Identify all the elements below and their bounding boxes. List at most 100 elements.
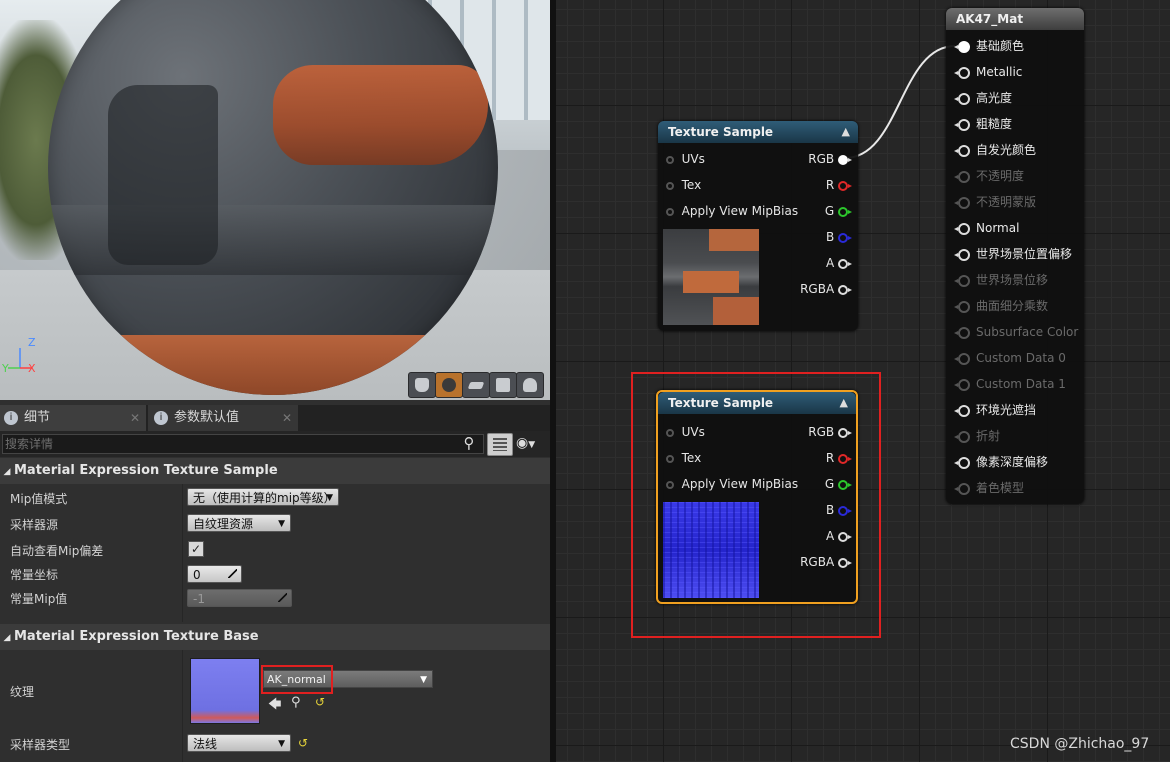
- section-texture-base[interactable]: ◢ Material Expression Texture Base: [0, 624, 550, 650]
- input-pin-tex[interactable]: Tex: [666, 448, 701, 468]
- section-texture-sample[interactable]: ◢ Material Expression Texture Sample: [0, 458, 550, 484]
- column-divider[interactable]: [182, 650, 183, 762]
- reset-to-default-icon[interactable]: ↺: [315, 695, 325, 709]
- texture-preview-normal: [663, 502, 759, 598]
- input-pin-uvs[interactable]: UVs: [666, 422, 705, 442]
- texture-label: 纹理: [10, 685, 35, 699]
- sampler-source-value: 自纹理资源: [193, 517, 254, 531]
- pin-icon: [838, 505, 852, 516]
- browse-search-icon[interactable]: ⚲: [291, 695, 301, 710]
- reset-to-default-icon[interactable]: ↺: [298, 736, 308, 750]
- material-input-pin[interactable]: 高光度: [946, 85, 1084, 111]
- close-tab-icon[interactable]: ✕: [130, 405, 140, 431]
- output-pin-b[interactable]: B: [826, 227, 852, 247]
- output-pin-rgba[interactable]: RGBA: [800, 279, 852, 299]
- sampler-type-dropdown[interactable]: 法线 ▼: [187, 734, 291, 752]
- node-header[interactable]: AK47_Mat: [946, 8, 1084, 30]
- column-divider[interactable]: [182, 484, 183, 622]
- output-pin-rgb[interactable]: RGB: [808, 149, 852, 169]
- connection-wire[interactable]: [840, 36, 960, 166]
- texture-thumbnail[interactable]: [190, 658, 260, 724]
- preview-viewport[interactable]: Z Y X: [0, 0, 550, 400]
- material-input-pin[interactable]: 自发光颜色: [946, 137, 1084, 163]
- node-header[interactable]: Texture Sample ▲: [658, 392, 856, 414]
- pin-icon: [838, 531, 852, 542]
- output-pin-b[interactable]: B: [826, 500, 852, 520]
- custom-mesh-preview-button[interactable]: [516, 372, 544, 398]
- chevron-down-icon: ▼: [420, 675, 427, 685]
- output-pin-a[interactable]: A: [825, 253, 852, 273]
- sampler-source-dropdown[interactable]: 自纹理资源 ▼: [187, 514, 291, 532]
- input-pin-apply-view-mipbias[interactable]: Apply View MipBias: [666, 201, 798, 221]
- material-input-pin: 不透明度: [946, 163, 1084, 189]
- pin-icon: [954, 40, 970, 53]
- material-input-pin[interactable]: Normal: [946, 215, 1084, 241]
- output-pin-g[interactable]: G: [825, 201, 852, 221]
- tab-details-label: 细节: [24, 410, 51, 425]
- mip-mode-dropdown[interactable]: 无（使用计算的mip等级） ▼: [187, 488, 339, 506]
- sampler-source-label: 采样器源: [10, 518, 59, 532]
- chevron-down-icon: ▼: [278, 519, 285, 529]
- texture-sample-node-diffuse[interactable]: Texture Sample ▲ UVs Tex Apply View MipBi…: [658, 121, 858, 331]
- texture-name-highlight: [261, 665, 333, 694]
- use-selected-arrow-icon[interactable]: 🡄: [268, 695, 281, 717]
- sphere-dark-patch: [108, 85, 218, 265]
- output-pin-r[interactable]: R: [826, 448, 852, 468]
- const-coordinate-input[interactable]: 0: [187, 565, 242, 583]
- axis-z-label: Z: [28, 336, 36, 349]
- sphere-preview-button[interactable]: [435, 372, 463, 398]
- pin-label: G: [824, 477, 835, 491]
- pin-label: 曲面细分乘数: [976, 299, 1049, 313]
- tab-parameter-defaults[interactable]: i 参数默认值 ✕: [148, 405, 298, 431]
- plane-preview-button[interactable]: [462, 372, 490, 398]
- output-pin-rgb[interactable]: RGB: [808, 422, 852, 442]
- output-pin-a[interactable]: A: [826, 526, 852, 546]
- output-pin-g[interactable]: G: [824, 474, 852, 494]
- pin-icon: [954, 456, 970, 469]
- collapse-triangle-icon[interactable]: ▲: [840, 392, 848, 414]
- output-pin-rgba[interactable]: RGBA: [800, 552, 852, 572]
- close-tab-icon[interactable]: ✕: [282, 405, 292, 431]
- pin-label: 不透明度: [976, 169, 1025, 183]
- input-pin-tex[interactable]: Tex: [666, 175, 701, 195]
- teapot-icon: [523, 378, 537, 392]
- material-result-node[interactable]: AK47_Mat 基础颜色 Metallic 高光度 粗糙度 自发光颜色 不透明度 不透明蒙…: [946, 8, 1084, 504]
- material-input-pin[interactable]: 环境光遮挡: [946, 397, 1084, 423]
- view-options-button[interactable]: ◉▼: [516, 433, 546, 454]
- material-input-pin[interactable]: 粗糙度: [946, 111, 1084, 137]
- material-input-pin: 折射: [946, 423, 1084, 449]
- sphere-wood-band: [273, 65, 488, 165]
- pin-label: RGBA: [800, 555, 835, 569]
- input-pin-apply-view-mipbias[interactable]: Apply View MipBias: [666, 474, 798, 494]
- auto-mip-bias-checkbox[interactable]: ✓: [188, 541, 204, 557]
- output-pin-r[interactable]: R: [826, 175, 852, 195]
- cylinder-preview-button[interactable]: [408, 372, 436, 398]
- material-input-pin[interactable]: Metallic: [946, 59, 1084, 85]
- pin-label: 像素深度偏移: [976, 455, 1049, 469]
- section-title: Material Expression Texture Base: [14, 629, 259, 644]
- search-icon[interactable]: ⚲: [460, 434, 478, 452]
- property-matrix-button[interactable]: [487, 433, 513, 456]
- const-coordinate-label: 常量坐标: [10, 568, 59, 582]
- search-input[interactable]: 搜索详情: [2, 434, 484, 454]
- pin-icon: [954, 326, 970, 339]
- watermark: CSDN @Zhichao_97: [1010, 736, 1150, 752]
- section-title: Material Expression Texture Sample: [14, 463, 278, 478]
- material-input-pin[interactable]: 世界场景位置偏移: [946, 241, 1084, 267]
- pin-icon: [666, 428, 674, 437]
- cube-preview-button[interactable]: [489, 372, 517, 398]
- chevron-down-icon: ▼: [528, 440, 536, 450]
- pin-icon: [666, 454, 674, 463]
- material-input-pin[interactable]: 基础颜色: [946, 33, 1084, 59]
- const-mip-input: -1: [187, 589, 292, 607]
- chevron-down-icon: ▼: [326, 493, 333, 503]
- input-pin-uvs[interactable]: UVs: [666, 149, 705, 169]
- node-header[interactable]: Texture Sample ▲: [658, 121, 858, 143]
- material-input-pin[interactable]: 像素深度偏移: [946, 449, 1084, 475]
- pin-label: UVs: [681, 425, 705, 439]
- auto-mip-bias-label: 自动查看Mip偏差: [10, 544, 104, 558]
- tab-details[interactable]: i 细节 ✕: [0, 405, 146, 431]
- pin-label: A: [825, 256, 835, 270]
- texture-sample-node-normal[interactable]: Texture Sample ▲ UVs Tex Apply View MipBi…: [656, 390, 858, 604]
- collapse-triangle-icon[interactable]: ▲: [842, 121, 850, 143]
